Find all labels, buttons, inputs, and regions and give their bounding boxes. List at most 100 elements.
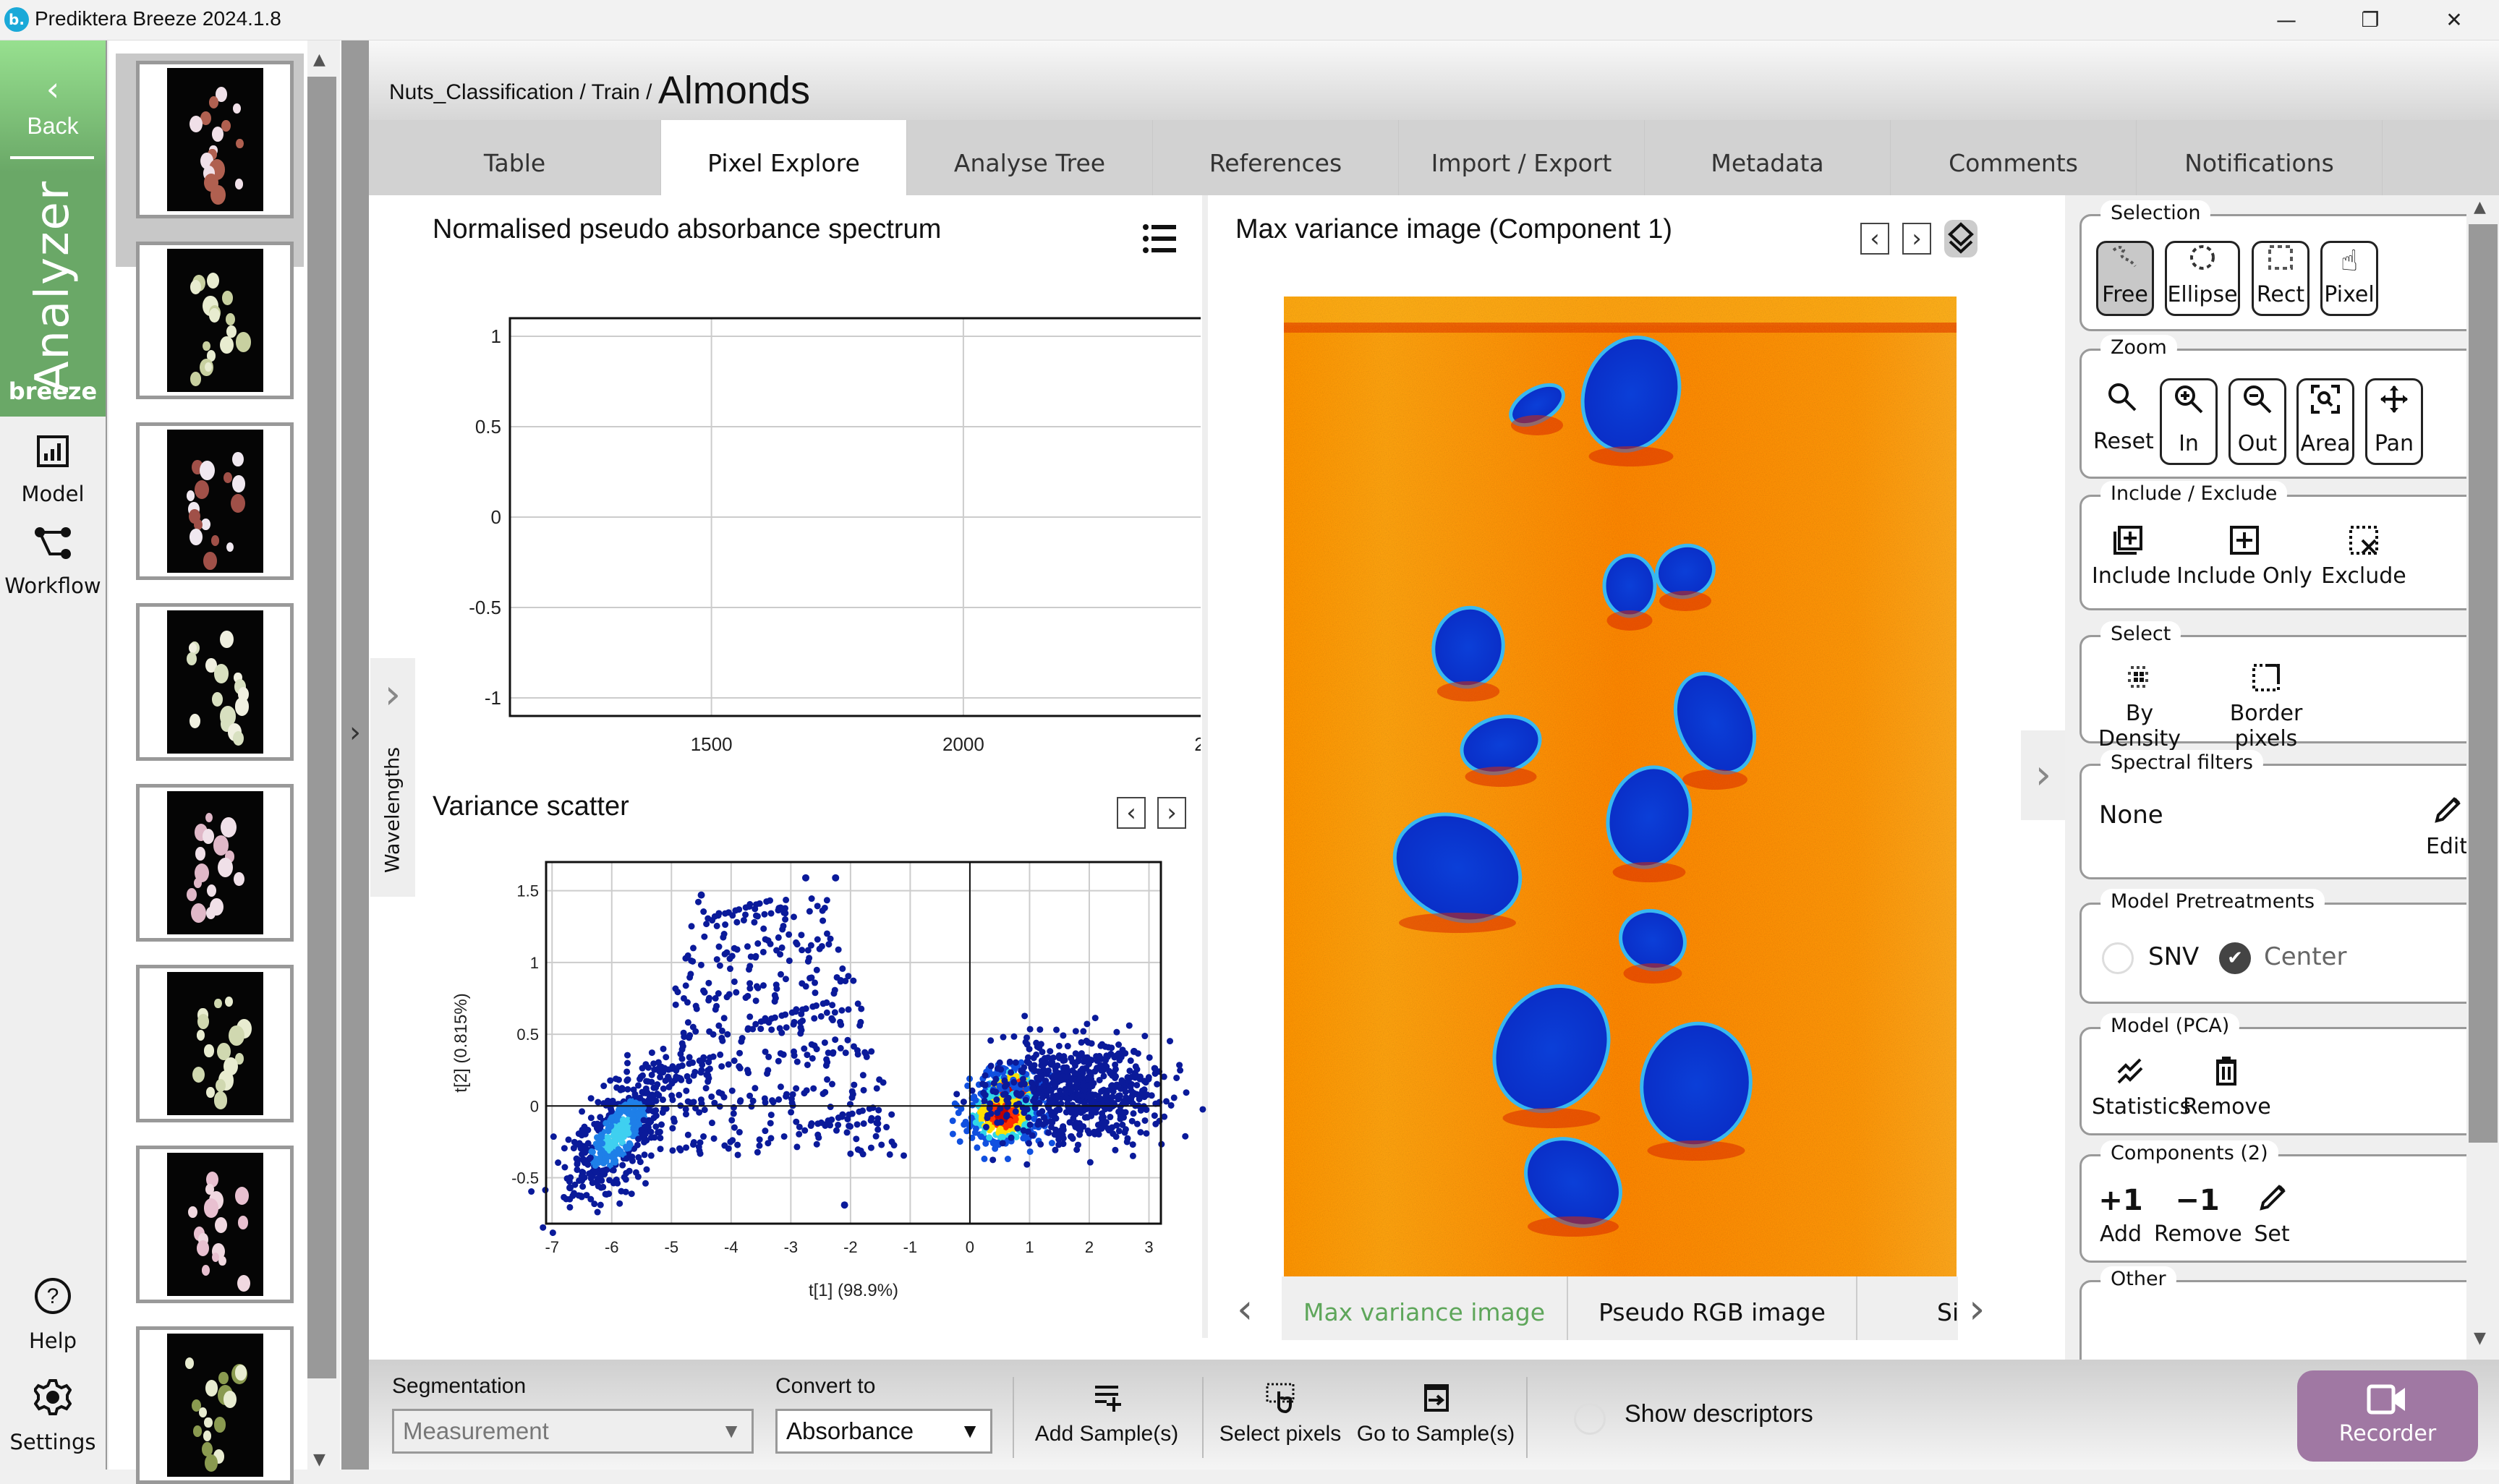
sample-thumbnail[interactable] xyxy=(136,1146,294,1303)
scatter-point xyxy=(1113,1028,1120,1036)
layers-button[interactable] xyxy=(1944,220,1978,257)
include-only-button[interactable]: Include Only xyxy=(2176,524,2313,589)
nav-settings[interactable]: Settings xyxy=(0,1378,106,1454)
zoom-reset-button[interactable]: Reset xyxy=(2093,378,2154,465)
scatter-point xyxy=(756,1142,763,1149)
maximize-button[interactable]: ❐ xyxy=(2338,3,2403,38)
convert-to-dropdown[interactable]: Absorbance ▼ xyxy=(775,1409,992,1454)
minimize-button[interactable]: — xyxy=(2254,3,2319,38)
tab-references[interactable]: References xyxy=(1153,120,1399,195)
image-tabs-prev-icon[interactable]: ‹ xyxy=(1237,1286,1253,1333)
close-button[interactable]: ✕ xyxy=(2422,3,2487,38)
nav-workflow[interactable]: Workflow xyxy=(0,526,106,598)
thumbnail-scrollbar[interactable]: ▲ ▼ xyxy=(307,40,340,1470)
scatter-point xyxy=(682,1111,689,1118)
set-components-button[interactable]: Set xyxy=(2247,1182,2297,1247)
tools-panel-scrollbar[interactable]: ▲ ▼ xyxy=(2466,195,2499,1360)
scroll-down-icon[interactable]: ▼ xyxy=(2474,1329,2486,1347)
list-legend-icon[interactable] xyxy=(1141,221,1178,257)
add-samples-button[interactable]: Add Sample(s) xyxy=(1023,1381,1190,1446)
image-tab-si[interactable]: Si xyxy=(1857,1276,1958,1340)
scatter-point xyxy=(1036,1085,1044,1092)
scatter-point xyxy=(761,911,768,918)
scatter-point xyxy=(783,1024,790,1031)
scrollbar-thumb[interactable] xyxy=(2469,224,2498,1143)
image-tab-pseudo-rgb[interactable]: Pseudo RGB image xyxy=(1568,1276,1857,1340)
sample-thumbnail[interactable] xyxy=(136,61,294,218)
scatter-point xyxy=(874,1126,882,1133)
scroll-down-icon[interactable]: ▼ xyxy=(313,1451,325,1469)
zoom-in-button[interactable]: In xyxy=(2160,378,2218,465)
thumbnail-nut xyxy=(232,475,246,492)
tab-analyse-tree[interactable]: Analyse Tree xyxy=(907,120,1153,195)
scatter-point xyxy=(689,1023,697,1031)
expand-right-panel-chevron-icon[interactable]: › xyxy=(2021,730,2066,820)
variance-scatter-chart[interactable]: -7 -6 -5 -4 -3 -2 -1 0 1 2 3 1.5 1 0.5 0 -0.5 t[1] (98.9… xyxy=(405,832,1208,1352)
segmentation-dropdown[interactable]: Measurement ▼ xyxy=(392,1409,754,1454)
thumbnail-nut xyxy=(226,542,234,552)
snv-checkbox[interactable] xyxy=(2102,942,2134,974)
remove-model-button[interactable]: Remove xyxy=(2183,1055,2271,1120)
scroll-up-icon[interactable]: ▲ xyxy=(313,51,325,69)
tab-comments[interactable]: Comments xyxy=(1891,120,2137,195)
tab-metadata[interactable]: Metadata xyxy=(1645,120,1891,195)
scrollbar-thumb[interactable] xyxy=(307,77,336,1378)
include-button[interactable]: Include xyxy=(2092,524,2171,589)
scatter-prev-button[interactable]: ‹ xyxy=(1117,797,1146,829)
panel-splitter[interactable] xyxy=(341,40,369,1470)
recorder-button[interactable]: Recorder xyxy=(2297,1370,2478,1462)
nav-help[interactable]: ? Help xyxy=(0,1277,106,1353)
sample-thumbnail[interactable] xyxy=(136,603,294,761)
scatter-next-button[interactable]: › xyxy=(1157,797,1186,829)
expand-panel-chevron-icon[interactable]: › xyxy=(341,716,369,749)
tab-import-export[interactable]: Import / Export xyxy=(1399,120,1645,195)
select-ellipse-button[interactable]: Ellipse xyxy=(2165,241,2240,316)
scroll-up-icon[interactable]: ▲ xyxy=(2474,198,2486,216)
thumbnail-nut xyxy=(199,1407,207,1417)
scatter-point xyxy=(878,1141,885,1148)
select-free-button[interactable]: Free xyxy=(2096,241,2154,316)
sample-thumbnail[interactable] xyxy=(136,784,294,942)
tab-notifications[interactable]: Notifications xyxy=(2137,120,2383,195)
image-tab-max-variance[interactable]: Max variance image xyxy=(1282,1276,1568,1340)
image-tabs-next-icon[interactable]: › xyxy=(1969,1286,1985,1333)
scatter-point xyxy=(1048,1140,1055,1147)
thumbnail-nut xyxy=(204,1417,213,1428)
zoom-out-button[interactable]: Out xyxy=(2228,378,2286,465)
thumbnail-nut xyxy=(224,996,234,1007)
sample-thumbnail[interactable] xyxy=(136,965,294,1122)
scatter-point xyxy=(767,1120,774,1127)
show-descriptors-toggle[interactable] xyxy=(1574,1403,1606,1435)
sample-thumbnail[interactable] xyxy=(136,242,294,399)
select-pixels-button[interactable]: Select pixels xyxy=(1212,1381,1349,1446)
nav-model[interactable]: Model xyxy=(0,435,106,506)
exclude-button[interactable]: Exclude xyxy=(2320,524,2407,589)
max-variance-image[interactable] xyxy=(1284,297,1957,1276)
scatter-point xyxy=(657,1135,664,1142)
by-density-button[interactable]: By Density xyxy=(2089,662,2190,751)
remove-component-button[interactable]: −1 Remove xyxy=(2154,1182,2242,1247)
tab-pixel-explore[interactable]: Pixel Explore xyxy=(661,120,907,195)
zoom-area-button[interactable]: Area xyxy=(2296,378,2354,465)
scatter-point xyxy=(1125,1077,1132,1084)
component-next-button[interactable]: › xyxy=(1902,223,1931,255)
border-pixels-button[interactable]: Border pixels xyxy=(2201,662,2331,751)
breadcrumb-item-project[interactable]: Nuts_Classification xyxy=(389,80,574,104)
scatter-point xyxy=(528,1188,535,1195)
tab-table[interactable]: Table xyxy=(369,120,661,195)
breadcrumb-item-set[interactable]: Train xyxy=(592,80,640,104)
select-rect-button[interactable]: Rect xyxy=(2252,241,2309,316)
scatter-point xyxy=(705,1059,712,1066)
sample-thumbnail[interactable] xyxy=(136,422,294,580)
zoom-pan-button[interactable]: Pan xyxy=(2365,378,2423,465)
select-pixel-button[interactable]: ☝ Pixel xyxy=(2320,241,2378,316)
edit-filters-button[interactable]: Edit xyxy=(2422,795,2472,859)
scatter-point xyxy=(880,1079,887,1086)
go-to-samples-button[interactable]: Go to Sample(s) xyxy=(1356,1381,1515,1446)
sample-thumbnail[interactable] xyxy=(136,1326,294,1484)
add-component-button[interactable]: +1 Add xyxy=(2092,1182,2150,1247)
statistics-button[interactable]: Statistics xyxy=(2092,1055,2191,1120)
center-checkbox-checked-icon[interactable]: ✔ xyxy=(2219,942,2251,974)
spectrum-chart[interactable]: 1500 2000 2500 1 0.5 0 -0.5 -1 xyxy=(434,289,1201,767)
component-prev-button[interactable]: ‹ xyxy=(1860,223,1889,255)
